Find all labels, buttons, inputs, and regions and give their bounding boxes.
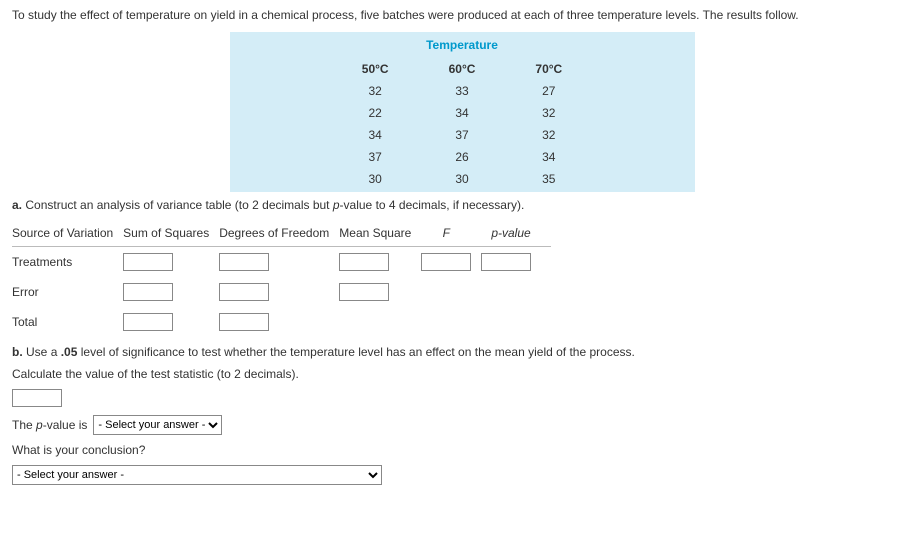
temperature-title: Temperature xyxy=(230,38,695,52)
data-table: 50°C 60°C 70°C 32 33 27 22 34 32 34 37 3… xyxy=(332,58,592,190)
anova-header-row: Source of Variation Sum of Squares Degre… xyxy=(12,220,551,247)
cell: 27 xyxy=(505,80,592,102)
cell: 26 xyxy=(419,146,506,168)
part-b-label: b. Use a .05 level of significance to te… xyxy=(12,345,912,359)
alpha-value: .05 xyxy=(61,345,78,359)
anova-table: Source of Variation Sum of Squares Degre… xyxy=(12,220,551,337)
table-header-row: 50°C 60°C 70°C xyxy=(332,58,592,80)
cell: 37 xyxy=(332,146,419,168)
test-statistic-input[interactable] xyxy=(12,389,62,407)
treatments-f-input[interactable] xyxy=(421,253,471,271)
treatments-df-input[interactable] xyxy=(219,253,269,271)
treatments-ms-input[interactable] xyxy=(339,253,389,271)
cell: 35 xyxy=(505,168,592,190)
anova-header-ms: Mean Square xyxy=(339,220,421,247)
cell: 32 xyxy=(505,102,592,124)
cell: 30 xyxy=(419,168,506,190)
treatments-ss-input[interactable] xyxy=(123,253,173,271)
conclusion-question: What is your conclusion? xyxy=(12,443,912,457)
total-ss-input[interactable] xyxy=(123,313,173,331)
cell: 34 xyxy=(419,102,506,124)
cell: 32 xyxy=(332,80,419,102)
calc-instruction: Calculate the value of the test statisti… xyxy=(12,367,912,381)
col-header: 60°C xyxy=(419,58,506,80)
table-row: 22 34 32 xyxy=(332,102,592,124)
anova-label-total: Total xyxy=(12,307,123,337)
part-b-letter: b. xyxy=(12,345,23,359)
part-a-text1: Construct an analysis of variance table … xyxy=(25,198,333,212)
cell: 32 xyxy=(505,124,592,146)
cell: 34 xyxy=(332,124,419,146)
anova-header-sov: Source of Variation xyxy=(12,220,123,247)
cell: 30 xyxy=(332,168,419,190)
table-row: 30 30 35 xyxy=(332,168,592,190)
conclusion-select[interactable]: - Select your answer - xyxy=(12,465,382,485)
treatments-p-input[interactable] xyxy=(481,253,531,271)
anova-header-df: Degrees of Freedom xyxy=(219,220,339,247)
problem-intro: To study the effect of temperature on yi… xyxy=(12,8,912,22)
anova-header-ss: Sum of Squares xyxy=(123,220,219,247)
test-stat-row xyxy=(12,389,912,407)
error-df-input[interactable] xyxy=(219,283,269,301)
data-table-container: Temperature 50°C 60°C 70°C 32 33 27 22 3… xyxy=(230,32,695,192)
part-a-text2: -value to 4 decimals, if necessary). xyxy=(340,198,525,212)
anova-row-treatments: Treatments xyxy=(12,247,551,278)
p-value-row: The p-value is - Select your answer - xyxy=(12,415,912,435)
cell: 34 xyxy=(505,146,592,168)
total-df-input[interactable] xyxy=(219,313,269,331)
table-row: 37 26 34 xyxy=(332,146,592,168)
p-value-select[interactable]: - Select your answer - xyxy=(93,415,222,435)
conclusion-row: - Select your answer - xyxy=(12,465,912,485)
anova-row-error: Error xyxy=(12,277,551,307)
part-b-text1: Use a xyxy=(26,345,61,359)
part-b-text2: level of significance to test whether th… xyxy=(77,345,634,359)
table-row: 32 33 27 xyxy=(332,80,592,102)
table-row: 34 37 32 xyxy=(332,124,592,146)
anova-header-f: F xyxy=(421,220,481,247)
error-ss-input[interactable] xyxy=(123,283,173,301)
part-a-label: a. Construct an analysis of variance tab… xyxy=(12,198,912,212)
cell: 33 xyxy=(419,80,506,102)
anova-row-total: Total xyxy=(12,307,551,337)
col-header: 50°C xyxy=(332,58,419,80)
cell: 22 xyxy=(332,102,419,124)
col-header: 70°C xyxy=(505,58,592,80)
p-italic: p xyxy=(333,198,340,212)
part-a-letter: a. xyxy=(12,198,22,212)
anova-label-error: Error xyxy=(12,277,123,307)
p-value-label: The p-value is xyxy=(12,418,87,432)
error-ms-input[interactable] xyxy=(339,283,389,301)
anova-label-treatments: Treatments xyxy=(12,247,123,278)
cell: 37 xyxy=(419,124,506,146)
anova-header-p: p-value xyxy=(481,220,550,247)
